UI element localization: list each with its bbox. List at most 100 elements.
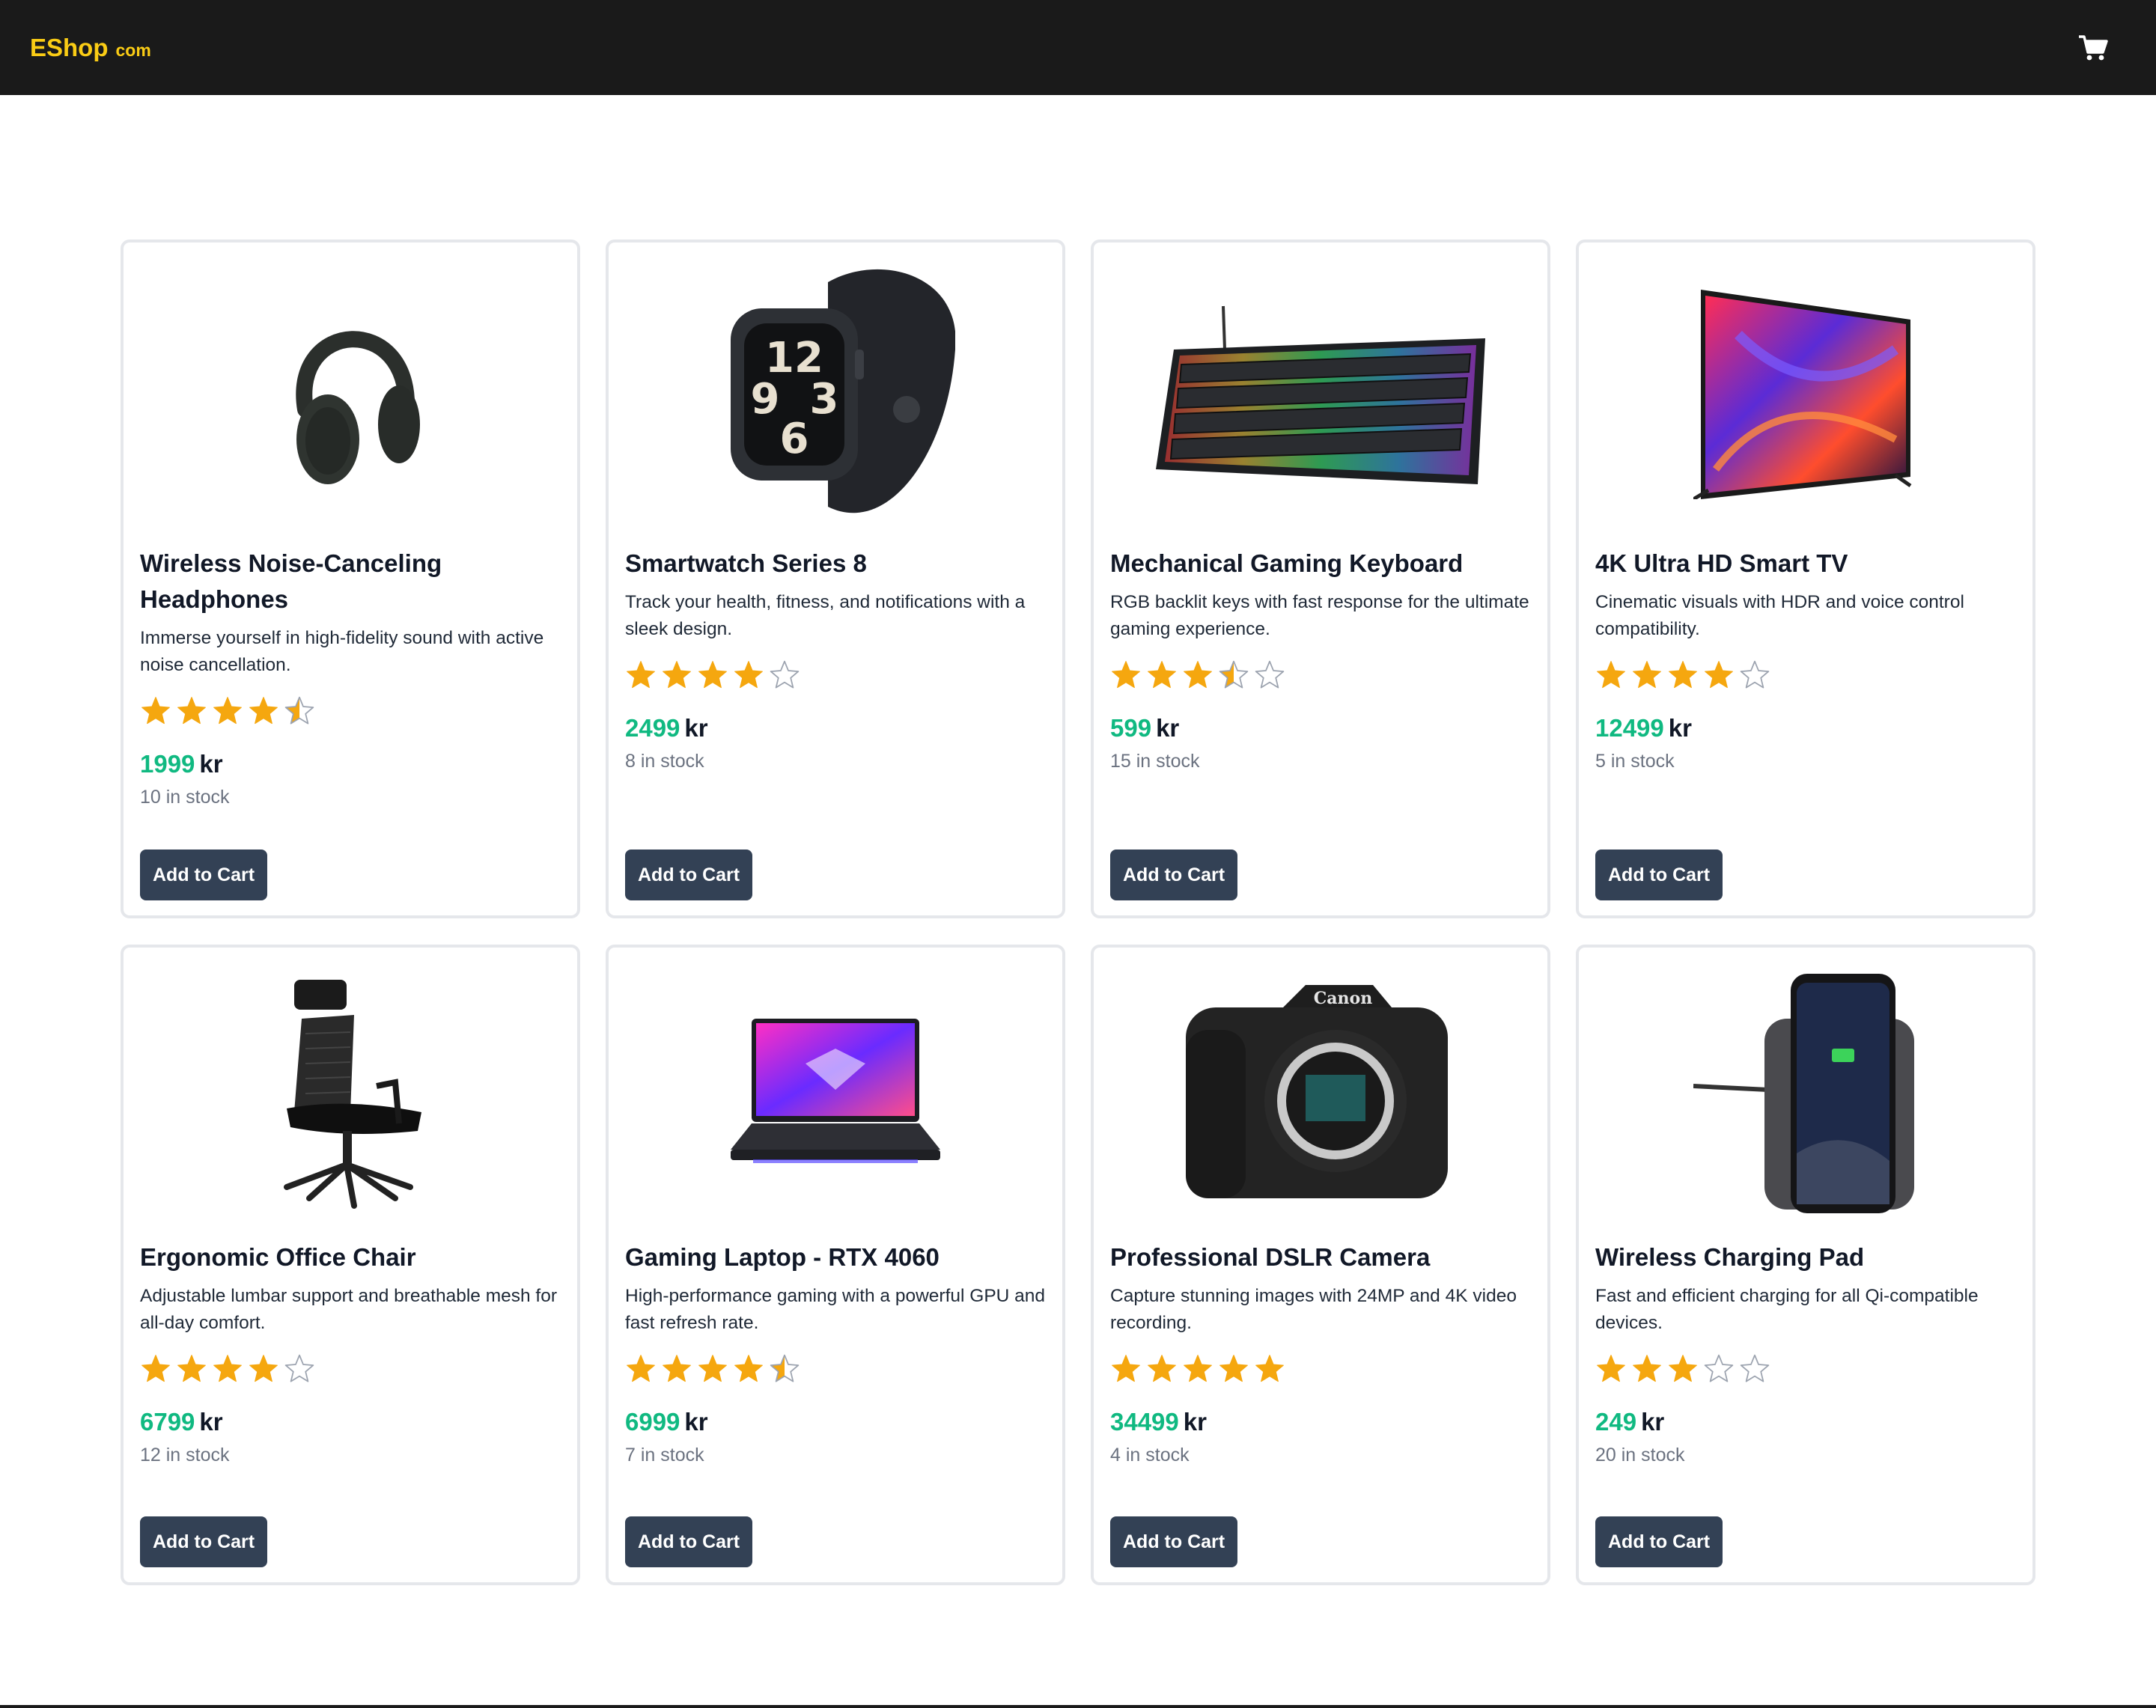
cart-button[interactable] — [2075, 30, 2111, 66]
stock-count: 7 in stock — [625, 1445, 704, 1465]
add-to-cart-button[interactable]: Add to Cart — [1110, 850, 1238, 900]
star-empty-icon — [1740, 660, 1770, 689]
product-title: 4K Ultra HD Smart TV — [1595, 549, 1848, 577]
add-to-cart-button[interactable]: Add to Cart — [1595, 1516, 1723, 1567]
star-half-icon — [770, 1354, 800, 1382]
add-to-cart-button[interactable]: Add to Cart — [625, 1516, 753, 1567]
product-card: Mechanical Gaming Keyboard RGB backlit k… — [1091, 240, 1550, 918]
star-empty-icon — [770, 660, 800, 689]
product-card: Gaming Laptop - RTX 4060 High-performanc… — [606, 945, 1065, 1585]
laptop-icon — [731, 1019, 940, 1163]
stock-count: 5 in stock — [1595, 751, 1675, 772]
price-currency: kr — [1668, 714, 1692, 742]
navbar: EShop com — [0, 0, 2156, 95]
star-full-icon — [1148, 1355, 1176, 1382]
product-image — [1595, 243, 2016, 546]
tv-icon — [1693, 289, 1912, 499]
star-half-icon — [1219, 660, 1249, 689]
rating-stars — [1110, 1352, 1531, 1386]
add-to-cart-button[interactable]: Add to Cart — [1595, 850, 1723, 900]
star-full-icon — [1633, 1355, 1661, 1382]
star-full-icon — [627, 1355, 655, 1382]
product-title: Ergonomic Office Chair — [140, 1243, 416, 1271]
star-full-icon — [1184, 661, 1212, 689]
price-currency: kr — [1183, 1408, 1207, 1436]
product-description: Track your health, fitness, and notifica… — [625, 592, 1026, 639]
brand-logo[interactable]: EShop com — [30, 34, 151, 62]
brand-name: EShop — [30, 33, 109, 61]
price-currency: kr — [199, 1408, 223, 1436]
star-empty-icon — [1255, 660, 1285, 689]
product-title: Smartwatch Series 8 — [625, 549, 867, 577]
star-full-icon — [1597, 1355, 1625, 1382]
product-card: 12 9 3 6 Smartwatch Series 8 Track your … — [606, 240, 1065, 918]
star-full-icon — [1255, 1355, 1284, 1382]
star-full-icon — [213, 1355, 242, 1382]
product-card: Wireless Charging Pad Fast and efficient… — [1576, 945, 2035, 1585]
add-to-cart-button[interactable]: Add to Cart — [625, 850, 753, 900]
product-title: Wireless Charging Pad — [1595, 1243, 1865, 1271]
rating-stars — [625, 658, 1046, 692]
footer-divider — [0, 1705, 2156, 1708]
rating-stars — [1110, 658, 1531, 692]
charging-pad-icon — [1693, 974, 1914, 1213]
rating-stars — [1595, 658, 2016, 692]
product-image — [625, 948, 1046, 1239]
price-currency: kr — [1156, 714, 1180, 742]
star-full-icon — [1669, 1355, 1697, 1382]
add-to-cart-button[interactable]: Add to Cart — [140, 1516, 268, 1567]
rating-stars — [1595, 1352, 2016, 1386]
price-currency: kr — [684, 1408, 708, 1436]
brand-suffix: com — [115, 40, 151, 60]
star-full-icon — [1112, 1355, 1140, 1382]
product-description: Capture stunning images with 24MP and 4K… — [1110, 1286, 1517, 1333]
price-value: 12499 — [1595, 714, 1664, 742]
camera-brand-mark: Canon — [1314, 989, 1372, 1008]
star-full-icon — [1597, 661, 1625, 689]
product-price: 12499 kr — [1595, 713, 2016, 743]
price-value: 599 — [1110, 714, 1152, 742]
star-full-icon — [249, 697, 278, 725]
star-empty-icon — [1740, 1354, 1770, 1382]
add-to-cart-button[interactable]: Add to Cart — [140, 850, 268, 900]
star-full-icon — [1112, 661, 1140, 689]
price-value: 1999 — [140, 750, 195, 778]
product-image: Canon — [1110, 948, 1531, 1239]
product-price: 6999 kr — [625, 1407, 1046, 1437]
price-value: 249 — [1595, 1408, 1637, 1436]
stock-count: 15 in stock — [1110, 751, 1200, 772]
office-chair-icon — [284, 980, 421, 1209]
product-price: 6799 kr — [140, 1407, 561, 1437]
product-price: 1999 kr — [140, 749, 561, 779]
smartwatch-icon: 12 9 3 6 — [731, 269, 955, 513]
product-card: 4K Ultra HD Smart TV Cinematic visuals w… — [1576, 240, 2035, 918]
star-half-icon — [284, 696, 314, 725]
product-title: Wireless Noise-Canceling Headphones — [140, 549, 442, 613]
product-title: Gaming Laptop - RTX 4060 — [625, 1243, 940, 1271]
rating-stars — [140, 694, 561, 728]
product-card: Canon Professional DSLR Camera Capture s… — [1091, 945, 1550, 1585]
star-empty-icon — [284, 1354, 314, 1382]
svg-text:6: 6 — [780, 415, 809, 463]
product-price: 34499 kr — [1110, 1407, 1531, 1437]
rating-stars — [625, 1352, 1046, 1386]
star-full-icon — [698, 1355, 727, 1382]
price-currency: kr — [684, 714, 708, 742]
star-full-icon — [1148, 661, 1176, 689]
stock-count: 8 in stock — [625, 751, 704, 772]
star-full-icon — [249, 1355, 278, 1382]
price-value: 2499 — [625, 714, 680, 742]
rating-stars — [140, 1352, 561, 1386]
price-value: 6999 — [625, 1408, 680, 1436]
star-full-icon — [141, 697, 170, 725]
star-full-icon — [177, 1355, 206, 1382]
star-full-icon — [1184, 1355, 1212, 1382]
svg-text:3: 3 — [810, 375, 839, 424]
stock-count: 10 in stock — [140, 787, 230, 808]
price-currency: kr — [1641, 1408, 1665, 1436]
star-full-icon — [141, 1355, 170, 1382]
star-full-icon — [1669, 661, 1697, 689]
add-to-cart-button[interactable]: Add to Cart — [1110, 1516, 1238, 1567]
star-empty-icon — [1704, 1354, 1734, 1382]
product-image: 12 9 3 6 — [625, 243, 1046, 546]
